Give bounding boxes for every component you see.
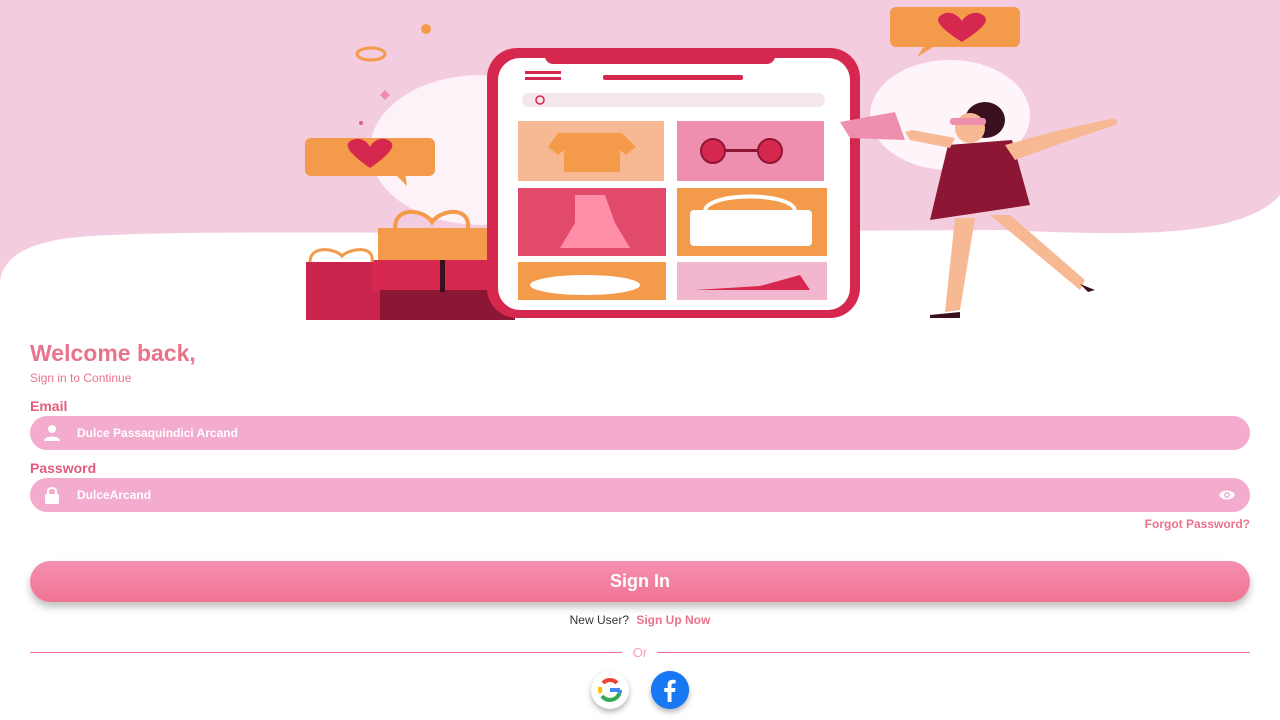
facebook-icon: [651, 671, 689, 709]
facebook-login-button[interactable]: [651, 671, 689, 709]
lock-icon: [43, 486, 61, 504]
new-user-text: New User?: [569, 613, 629, 627]
new-user-row: New User? Sign Up Now: [0, 613, 1280, 627]
email-label: Email: [30, 398, 68, 414]
divider-right: [657, 652, 1250, 653]
password-field[interactable]: DulceArcand: [30, 478, 1250, 512]
sign-in-button[interactable]: Sign In: [30, 561, 1250, 602]
sign-up-link[interactable]: Sign Up Now: [636, 613, 710, 627]
welcome-heading: Welcome back,: [30, 340, 196, 366]
password-value[interactable]: DulceArcand: [77, 478, 151, 512]
google-icon: [591, 671, 629, 709]
password-label: Password: [30, 460, 97, 476]
subtitle: Sign in to Continue: [30, 371, 132, 385]
email-field[interactable]: Dulce Passaquindici Arcand: [30, 416, 1250, 450]
google-login-button[interactable]: [591, 671, 629, 709]
user-icon: [43, 424, 61, 442]
eye-icon[interactable]: [1218, 487, 1236, 503]
forgot-password-link[interactable]: Forgot Password?: [1145, 517, 1250, 531]
hero-illustration: [0, 0, 1280, 330]
email-value[interactable]: Dulce Passaquindici Arcand: [77, 416, 238, 450]
